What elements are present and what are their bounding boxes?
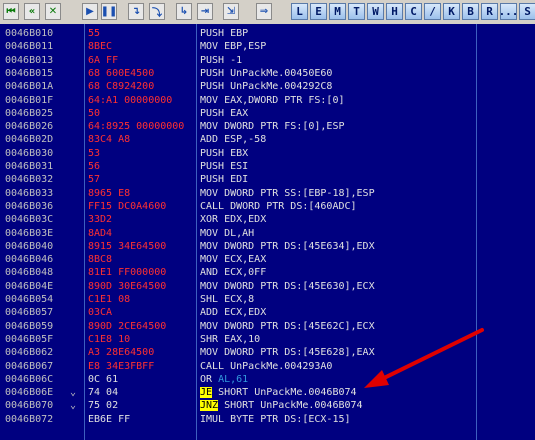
toolbar-letter-button[interactable]: C: [405, 3, 422, 20]
toolbar-letter-button[interactable]: K: [443, 3, 460, 20]
animate-over-icon[interactable]: ⇥: [197, 3, 213, 20]
toolbar-letter-button[interactable]: M: [329, 3, 346, 20]
close-icon[interactable]: ✕: [45, 3, 61, 20]
disassembly-pane[interactable]: 0046B010 55 PUSH EBP 0046B011 8BEC MOV EBP,ES…: [0, 24, 535, 440]
toolbar-letter-button[interactable]: T: [348, 3, 365, 20]
step-into-icon[interactable]: ↴: [128, 3, 144, 20]
toolbar-letter-button[interactable]: R: [481, 3, 498, 20]
toolbar-letter-button[interactable]: B: [462, 3, 479, 20]
annotation-arrow-icon: [364, 328, 484, 388]
toolbar-letter-button[interactable]: ...: [499, 3, 518, 20]
go-to-icon[interactable]: ⇒: [256, 3, 272, 20]
toolbar-letter-button[interactable]: H: [386, 3, 403, 20]
debugger-toolbar: ⏮ « ✕ ▶ ❚❚ ↴ ⤵ ↳ ⇥ ⇲ ⇒ L E M T W H C / K B R... S: [0, 0, 535, 25]
step-back-icon[interactable]: «: [24, 3, 40, 20]
pause-icon[interactable]: ❚❚: [101, 3, 117, 20]
toolbar-letter-button[interactable]: /: [424, 3, 441, 20]
execute-till-return-icon[interactable]: ⇲: [223, 3, 239, 20]
animate-into-icon[interactable]: ↳: [176, 3, 192, 20]
rewind-icon[interactable]: ⏮: [3, 3, 19, 20]
toolbar-letter-button[interactable]: S: [519, 3, 535, 20]
toolbar-letter-button[interactable]: W: [367, 3, 384, 20]
toolbar-letter-button[interactable]: E: [310, 3, 327, 20]
run-icon[interactable]: ▶: [82, 3, 98, 20]
step-over-icon[interactable]: ⤵: [149, 3, 165, 20]
toolbar-letter-button[interactable]: L: [291, 3, 308, 20]
